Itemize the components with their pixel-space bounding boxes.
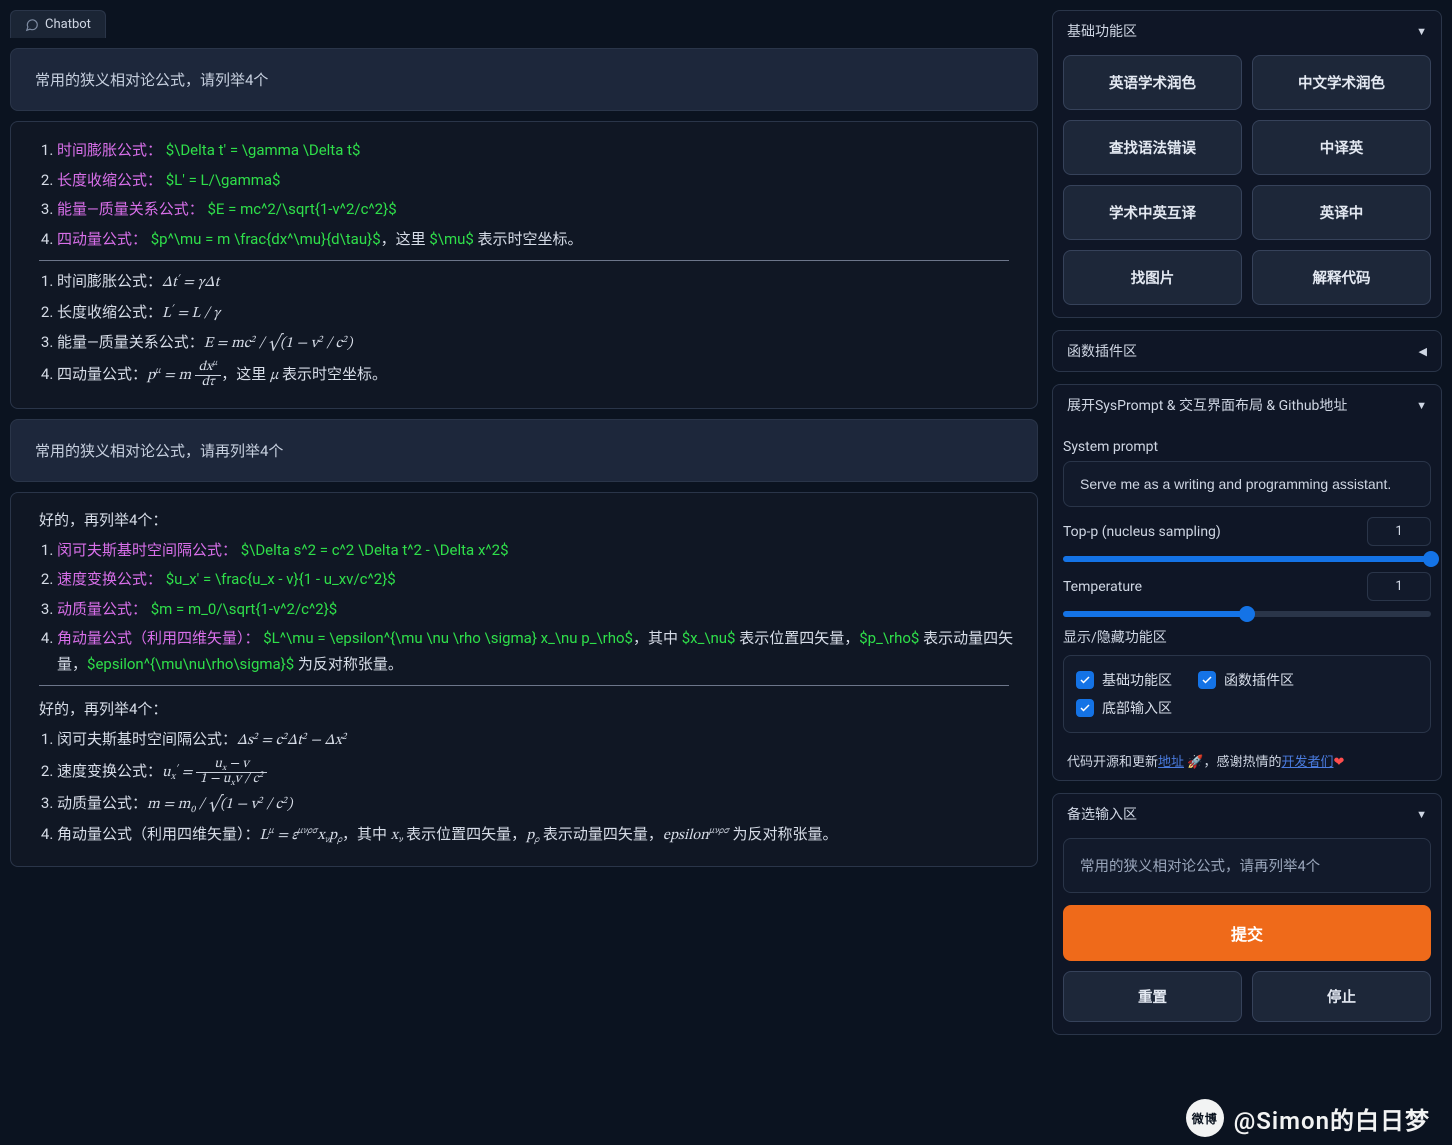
chevron-down-icon: ▼ [1416,25,1427,38]
system-prompt-label: System prompt [1063,439,1431,455]
chevron-left-icon: ◀ [1419,345,1427,358]
fn-en-to-zh-button[interactable]: 英译中 [1252,185,1431,240]
credits-text: 代码开源和更新地址 🚀，感谢热情的开发者们❤ [1053,745,1441,770]
plugin-panel: 函数插件区 ◀ [1052,330,1442,372]
chat-tab-label: Chatbot [45,17,91,32]
chat-icon [25,18,39,32]
fn-zh-to-en-button[interactable]: 中译英 [1252,120,1431,175]
assistant-intro: 好的，再列举4个： [11,694,1037,723]
temperature-value: 1 [1367,572,1431,601]
user-message-text: 常用的狭义相对论公式，请再列举4个 [35,442,283,460]
assistant-intro: 好的，再列举4个： [11,505,1037,534]
weibo-icon: 微博 [1186,1099,1224,1137]
watermark: 微博 @Simon的白日梦 [1186,1099,1430,1137]
toggle-area: 基础功能区 函数插件区 底部输入区 [1063,655,1431,733]
sysprompt-panel-header[interactable]: 展开SysPrompt & 交互界面布局 & Github地址 ▼ [1053,385,1441,425]
top-p-value: 1 [1367,517,1431,546]
basic-panel: 基础功能区 ▼ 英语学术润色 中文学术润色 查找语法错误 中译英 学术中英互译 … [1052,10,1442,318]
rocket-icon: 🚀 [1187,755,1203,770]
check-icon [1076,671,1094,689]
alt-input-textarea[interactable]: 常用的狭义相对论公式，请再列举4个 [1063,838,1431,893]
formula-list-rendered: 时间膨胀公式：Δt′ = γΔt 长度收缩公式：L′ = L / γ 能量—质量… [11,269,1037,390]
formula-list-rendered: 闵可夫斯基时空间隔公式：Δs2 = c2Δt2 − Δx2 速度变换公式：ux′… [11,727,1037,848]
chevron-down-icon: ▼ [1416,399,1427,412]
assistant-message: 时间膨胀公式： $\Delta t' = \gamma \Delta t$ 长度… [10,121,1038,409]
toggle-section-label: 显示/隐藏功能区 [1063,627,1431,647]
heart-icon: ❤ [1333,755,1344,770]
repo-link[interactable]: 地址 [1158,755,1184,770]
fn-english-polish-button[interactable]: 英语学术润色 [1063,55,1242,110]
panel-title: 基础功能区 [1067,21,1137,41]
fn-chinese-polish-button[interactable]: 中文学术润色 [1252,55,1431,110]
reset-button[interactable]: 重置 [1063,971,1242,1022]
temperature-slider[interactable] [1063,611,1431,617]
submit-button[interactable]: 提交 [1063,905,1431,961]
fn-academic-cn-en-button[interactable]: 学术中英互译 [1063,185,1242,240]
alt-input-panel-header[interactable]: 备选输入区 ▼ [1053,794,1441,834]
panel-title: 备选输入区 [1067,804,1137,824]
assistant-message: 好的，再列举4个： 闵可夫斯基时空间隔公式： $\Delta s^2 = c^2… [10,492,1038,867]
top-p-slider[interactable] [1063,556,1431,562]
fn-find-image-button[interactable]: 找图片 [1063,250,1242,305]
chat-tab[interactable]: Chatbot [10,10,106,38]
formula-list-raw: 时间膨胀公式： $\Delta t' = \gamma \Delta t$ 长度… [11,138,1037,252]
user-message: 常用的狭义相对论公式，请再列举4个 [10,419,1038,482]
check-icon [1076,699,1094,717]
sysprompt-panel: 展开SysPrompt & 交互界面布局 & Github地址 ▼ System… [1052,384,1442,781]
system-prompt-input[interactable] [1063,461,1431,507]
chevron-down-icon: ▼ [1416,808,1427,821]
user-message-text: 常用的狭义相对论公式，请列举4个 [35,71,268,89]
plugin-panel-header[interactable]: 函数插件区 ◀ [1053,331,1441,371]
stop-button[interactable]: 停止 [1252,971,1431,1022]
top-p-label: Top-p (nucleus sampling) [1063,524,1221,540]
formula-list-raw: 闵可夫斯基时空间隔公式： $\Delta s^2 = c^2 \Delta t^… [11,538,1037,678]
alt-input-panel: 备选输入区 ▼ 常用的狭义相对论公式，请再列举4个 提交 重置 停止 [1052,793,1442,1035]
fn-grammar-check-button[interactable]: 查找语法错误 [1063,120,1242,175]
basic-panel-header[interactable]: 基础功能区 ▼ [1053,11,1441,51]
toggle-plugin-area-checkbox[interactable]: 函数插件区 [1198,670,1294,690]
toggle-basic-area-checkbox[interactable]: 基础功能区 [1076,670,1172,690]
panel-title: 函数插件区 [1067,341,1137,361]
check-icon [1198,671,1216,689]
panel-title: 展开SysPrompt & 交互界面布局 & Github地址 [1067,395,1347,415]
developers-link[interactable]: 开发者们 [1281,755,1333,770]
temperature-label: Temperature [1063,579,1142,595]
toggle-bottom-input-checkbox[interactable]: 底部输入区 [1076,698,1172,718]
user-message: 常用的狭义相对论公式，请列举4个 [10,48,1038,111]
fn-explain-code-button[interactable]: 解释代码 [1252,250,1431,305]
